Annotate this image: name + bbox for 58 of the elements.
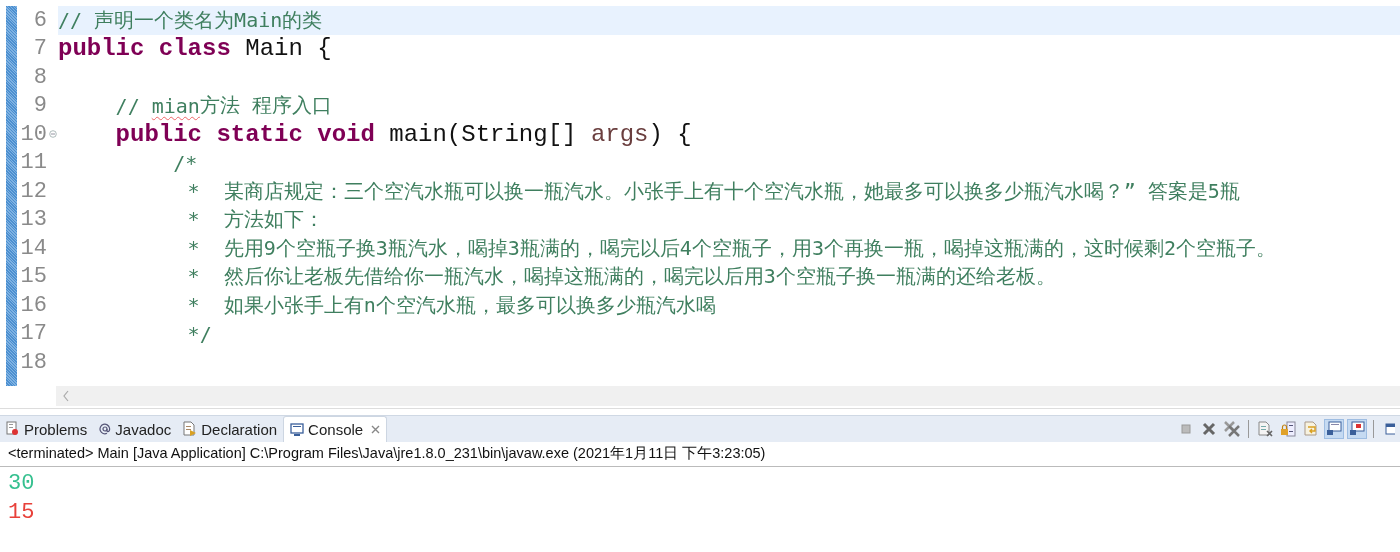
remove-all-icon xyxy=(1224,421,1240,437)
line-number: 13 xyxy=(19,207,47,233)
comment-text: 方法 程序入口 xyxy=(199,92,332,120)
misspelled-word: mian xyxy=(151,93,200,118)
remove-icon xyxy=(1202,422,1216,436)
line-number: 15 xyxy=(19,264,47,290)
comment-text: * 先用9个空瓶子换3瓶汽水，喝掉3瓶满的，喝完以后4个空瓶子，用3个再换一瓶，喝掉这瓶满的，这时候剩2个空瓶子。 xyxy=(187,234,1276,262)
close-icon[interactable] xyxy=(371,425,381,434)
line-number: 8 xyxy=(32,64,47,90)
keyword: public class xyxy=(58,35,231,63)
toolbar-scroll-lock-button[interactable] xyxy=(1278,419,1298,439)
line-number: 9 xyxy=(32,93,47,119)
line-number: 17 xyxy=(19,321,47,347)
line-number: 16 xyxy=(19,292,47,318)
code-text: Main { xyxy=(244,35,332,63)
toolbar-show-err-button[interactable] xyxy=(1347,419,1367,439)
code-text: main(String[] xyxy=(388,120,578,148)
stop-icon xyxy=(1179,422,1193,436)
monitor-icon xyxy=(1326,421,1342,437)
line-number: 18 xyxy=(19,349,47,375)
wrap-icon xyxy=(1303,421,1319,437)
at-sign-icon xyxy=(99,423,112,435)
line-number: 6 xyxy=(32,7,47,33)
panel-tab[interactable]: Console xyxy=(283,416,388,442)
console-status: <terminated> Main [Java Application] C:\Program Files\Java\jre1.8.0_231\bin\javaw.exe (2021年1月11日 下午3:23:05) xyxy=(0,442,1400,467)
line-number: 11 xyxy=(19,150,47,176)
toolbar-clear-button[interactable] xyxy=(1255,419,1275,439)
comment-text: /* xyxy=(173,150,198,175)
clear-icon xyxy=(1257,421,1273,437)
line-number: 12 xyxy=(19,178,47,204)
window-icon xyxy=(1385,422,1395,436)
comment-text: * 某商店规定：三个空汽水瓶可以换一瓶汽水。小张手上有十个空汽水瓶，她最多可以换多少瓶汽水喝？” 答案是5瓶 xyxy=(187,177,1240,205)
line-number: 10 xyxy=(19,121,47,147)
horizontal-scrollbar[interactable] xyxy=(56,386,1400,406)
monitor-error-icon xyxy=(1349,421,1365,437)
document-icon xyxy=(183,421,198,437)
comment-text: // 声明一个类名为Main的类 xyxy=(58,6,323,34)
comment-text: * 方法如下： xyxy=(187,206,324,234)
code-text: ) { xyxy=(648,120,692,148)
monitor-icon xyxy=(290,422,305,437)
console-output: 30 xyxy=(8,470,36,498)
panel-tab[interactable]: Javadoc xyxy=(93,416,178,442)
comment-text: * 如果小张手上有n个空汽水瓶，最多可以换多少瓶汽水喝 xyxy=(187,291,716,319)
console-output: 15 xyxy=(8,499,36,527)
lock-icon xyxy=(1280,421,1296,437)
panel-tab[interactable]: Problems xyxy=(0,416,94,442)
scroll-left-icon[interactable] xyxy=(62,390,70,402)
panel-tab[interactable]: Declaration xyxy=(177,416,284,442)
comment-text: */ xyxy=(187,321,212,346)
line-number: 14 xyxy=(19,235,47,261)
line-number: 7 xyxy=(32,36,47,62)
parameter-name: args xyxy=(590,120,649,148)
keyword: public static void xyxy=(115,120,375,148)
problems-icon xyxy=(6,421,20,437)
toolbar-show-out-button[interactable] xyxy=(1324,419,1344,439)
comment-text: * 然后你让老板先借给你一瓶汽水，喝掉这瓶满的，喝完以后用3个空瓶子换一瓶满的还给老板。 xyxy=(187,263,1056,291)
comment-text: // xyxy=(115,93,141,118)
toolbar-remove-all-button[interactable] xyxy=(1222,419,1242,439)
